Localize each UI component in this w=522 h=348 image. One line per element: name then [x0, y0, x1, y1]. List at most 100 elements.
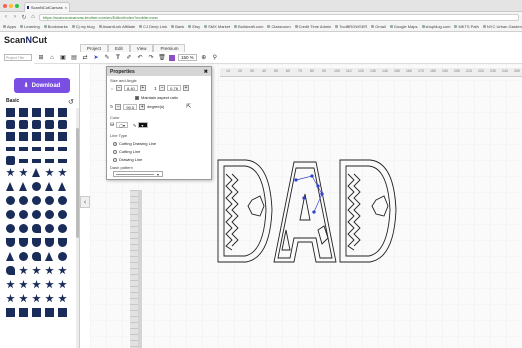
- line-color-select[interactable]: ▾: [138, 122, 149, 128]
- color-swatch-icon[interactable]: [169, 54, 175, 61]
- shape-item[interactable]: [58, 224, 67, 233]
- minimize-window-icon[interactable]: [9, 4, 13, 8]
- bookmark-item[interactable]: Classroom: [267, 24, 291, 29]
- height-decrement[interactable]: −: [159, 85, 166, 91]
- shape-item[interactable]: [58, 266, 67, 275]
- shape-item[interactable]: [32, 168, 40, 177]
- back-arrow-icon[interactable]: ↺: [68, 98, 74, 106]
- shape-item[interactable]: [58, 159, 67, 163]
- shape-item[interactable]: [19, 308, 28, 317]
- shape-item[interactable]: [45, 210, 54, 219]
- width-decrement[interactable]: −: [116, 85, 122, 91]
- project-title-input[interactable]: Project Title: [4, 54, 32, 61]
- bookmark-item[interactable]: MKTS Path: [454, 24, 479, 29]
- shape-item[interactable]: [32, 159, 41, 163]
- shape-item[interactable]: [58, 238, 67, 247]
- shape-item[interactable]: [32, 308, 41, 317]
- shape-item[interactable]: [32, 132, 41, 141]
- shape-item[interactable]: [19, 120, 28, 129]
- rotate-decrement[interactable]: −: [115, 103, 122, 110]
- shape-item[interactable]: [19, 252, 28, 261]
- print-icon[interactable]: ▤: [70, 54, 78, 62]
- shape-item[interactable]: [32, 280, 41, 289]
- shape-item[interactable]: [45, 168, 54, 177]
- node-edit-icon[interactable]: ✎: [103, 54, 111, 62]
- shape-item[interactable]: [58, 182, 66, 191]
- trash-icon[interactable]: 🗑: [158, 54, 166, 62]
- shape-item[interactable]: [58, 147, 67, 151]
- shape-item[interactable]: [19, 168, 28, 177]
- browser-tab[interactable]: ScanNCutCanvas ×: [24, 2, 70, 12]
- shape-item[interactable]: [32, 252, 41, 261]
- shape-item[interactable]: [58, 280, 67, 289]
- tab-close-icon[interactable]: ×: [65, 5, 67, 10]
- shape-item[interactable]: [6, 266, 15, 275]
- shape-item[interactable]: [32, 294, 41, 303]
- shape-item[interactable]: [6, 168, 15, 177]
- shape-item[interactable]: [58, 108, 67, 117]
- shape-item[interactable]: [19, 147, 28, 151]
- height-increment[interactable]: +: [182, 85, 189, 91]
- bookmark-item[interactable]: Learning: [20, 24, 40, 29]
- shape-item[interactable]: [45, 224, 54, 233]
- bookmark-item[interactable]: Gmail: [371, 24, 386, 29]
- shape-item[interactable]: [6, 252, 14, 261]
- back-icon[interactable]: ‹: [3, 14, 9, 20]
- bookmark-item[interactable]: Apps: [3, 24, 16, 29]
- shape-item[interactable]: [45, 196, 54, 205]
- shape-item[interactable]: [19, 182, 27, 191]
- bookmark-item[interactable]: CJ Deep Link: [139, 24, 167, 29]
- drawing-line-radio[interactable]: [113, 157, 117, 162]
- shape-item[interactable]: [6, 196, 15, 205]
- maximize-window-icon[interactable]: [15, 4, 19, 8]
- zoom-in-icon[interactable]: ⊕: [200, 54, 208, 62]
- bookmark-item[interactable]: Bookmarks: [43, 24, 68, 29]
- dad-design[interactable]: [212, 150, 402, 270]
- shape-item[interactable]: [6, 182, 14, 191]
- shape-item[interactable]: [32, 182, 41, 191]
- shape-item[interactable]: [6, 280, 15, 289]
- collapse-panel-button[interactable]: ‹: [80, 196, 90, 208]
- tab-project[interactable]: Project: [80, 44, 109, 52]
- transfer-icon[interactable]: ⇄: [81, 54, 89, 62]
- shape-item[interactable]: [32, 147, 41, 151]
- tab-premium[interactable]: Premium: [153, 44, 186, 52]
- shape-item[interactable]: [32, 120, 41, 129]
- flip-icon[interactable]: ⇱: [186, 103, 191, 110]
- grid-icon[interactable]: ⊞: [37, 54, 45, 62]
- shape-item[interactable]: [19, 159, 28, 163]
- bookmark-item[interactable]: NYC Urban Garden: [482, 24, 522, 29]
- shape-item[interactable]: [19, 196, 28, 205]
- bookmark-item[interactable]: AwardLink Affiliate: [98, 24, 135, 29]
- save-icon[interactable]: ▣: [59, 54, 67, 62]
- shape-item[interactable]: [19, 280, 28, 289]
- redo-icon[interactable]: ↷: [147, 54, 155, 62]
- undo-icon[interactable]: ↶: [136, 54, 144, 62]
- height-input[interactable]: 0.78: [167, 85, 181, 91]
- fill-color-select[interactable]: ▢▾: [116, 122, 128, 128]
- rotation-input[interactable]: 90.5: [123, 103, 138, 110]
- shape-item[interactable]: [32, 266, 41, 275]
- forward-icon[interactable]: ›: [12, 14, 18, 20]
- bookmark-item[interactable]: ToolBROWSER: [335, 24, 367, 29]
- shape-item[interactable]: [58, 132, 67, 141]
- shape-item[interactable]: [19, 132, 28, 141]
- scroll-thumb[interactable]: [76, 128, 79, 238]
- shape-item[interactable]: [19, 108, 28, 117]
- bookmark-item[interactable]: Credit Time Admin: [294, 24, 331, 29]
- shape-item[interactable]: [6, 108, 15, 117]
- shape-item[interactable]: [19, 238, 28, 247]
- url-input[interactable]: https://scanncutcanvas.brother.com/en/Ed…: [39, 13, 519, 21]
- shape-item[interactable]: [6, 224, 15, 233]
- maintain-aspect-checkbox[interactable]: [135, 95, 139, 100]
- tab-view[interactable]: View: [129, 44, 154, 52]
- line-pen-icon[interactable]: ✎: [133, 123, 136, 128]
- shape-item[interactable]: [45, 182, 53, 191]
- shape-item[interactable]: [32, 224, 41, 233]
- shape-item[interactable]: [6, 147, 15, 151]
- shape-item[interactable]: [6, 294, 15, 303]
- shape-item[interactable]: [45, 147, 54, 151]
- reload-icon[interactable]: ↻: [21, 14, 27, 21]
- tab-edit[interactable]: Edit: [108, 44, 130, 52]
- zoom-search-icon[interactable]: ⚲: [211, 54, 219, 62]
